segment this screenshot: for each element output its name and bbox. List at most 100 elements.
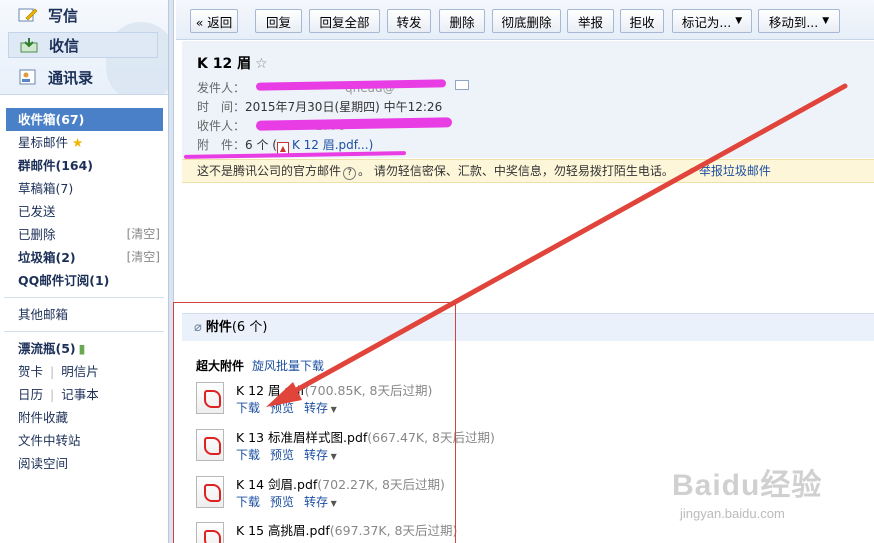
- sidebar-divider: [4, 297, 164, 298]
- report-button[interactable]: 举报: [567, 9, 614, 33]
- time-label: 时 间：: [197, 100, 246, 114]
- sidebar-top: 写信 收信 通讯录: [0, 0, 168, 95]
- pdf-file-icon[interactable]: [196, 429, 224, 461]
- attachment-name-row: K 14 剑眉.pdf(702.27K, 8天后过期): [236, 474, 445, 493]
- contacts-button[interactable]: 通讯录: [8, 64, 158, 90]
- download-link[interactable]: 下载: [236, 448, 260, 462]
- notes-link[interactable]: 记事本: [61, 387, 99, 402]
- folder-sent[interactable]: 已发送: [0, 200, 168, 223]
- paperclip-icon: ⌀: [194, 320, 202, 335]
- star-toggle-icon[interactable]: ☆: [255, 56, 268, 72]
- pane-splitter[interactable]: [168, 0, 174, 543]
- attachment-name-row: K 15 高挑眉.pdf(697.37K, 8天后过期): [236, 520, 457, 539]
- batch-download-link[interactable]: 旋风批量下载: [252, 359, 324, 373]
- delete-permanently-button[interactable]: 彻底删除: [492, 9, 561, 33]
- calendar-link[interactable]: 日历: [18, 387, 43, 402]
- large-attachments-label-row: 超大附件 旋风批量下载: [196, 357, 324, 374]
- download-link[interactable]: 下载: [236, 495, 260, 509]
- transfer-dropdown[interactable]: 转存 ▼: [304, 495, 337, 509]
- attachments-header: ⌀ 附件(6 个): [182, 313, 874, 341]
- forward-button[interactable]: 转发: [387, 9, 431, 33]
- attachment-name: K 15 高挑眉.pdf: [236, 523, 330, 538]
- warning-text: 这不是腾讯公司的官方邮件: [197, 164, 342, 178]
- contacts-label: 通讯录: [48, 68, 94, 87]
- pdf-file-icon[interactable]: [196, 522, 224, 543]
- chevron-down-icon: ▼: [735, 16, 743, 26]
- transfer-dropdown[interactable]: 转存 ▼: [304, 448, 337, 462]
- report-label: 举报: [577, 14, 603, 30]
- mail-time: 2015年7月30日(星期四) 中午12:26: [245, 100, 443, 114]
- folder-starred[interactable]: 星标邮件 ★: [0, 131, 168, 154]
- calendar-links: 日历 | 记事本: [0, 383, 168, 406]
- attachment-size: (667.47K, 8天后过期): [367, 430, 495, 445]
- delete-permanently-label: 彻底删除: [501, 14, 552, 30]
- preview-link[interactable]: 预览: [270, 495, 294, 509]
- attachment-name-row: K 12 眉.pdf(700.85K, 8天后过期): [236, 380, 432, 399]
- empty-spam-link[interactable]: [清空]: [127, 246, 160, 269]
- first-attachment-link[interactable]: ▲ K 12 眉.pdf...): [276, 138, 373, 155]
- attachment-name: K 13 标准眉样式图.pdf: [236, 430, 368, 445]
- move-to-dropdown[interactable]: 移动到... ▼: [758, 9, 840, 33]
- folder-group-mail[interactable]: 群邮件(164): [0, 154, 168, 177]
- folder-label: 收件箱(67): [18, 112, 85, 127]
- delete-button[interactable]: 删除: [439, 9, 485, 33]
- attachment-size: (697.37K, 8天后过期): [329, 523, 458, 538]
- file-transfer-link[interactable]: 文件中转站: [0, 429, 168, 452]
- inbox-button[interactable]: 收信: [8, 32, 158, 58]
- attachment-actions: 下载 预览 转存 ▼: [236, 446, 347, 463]
- subject-text: K 12 眉: [197, 56, 252, 72]
- attachment-size: (702.27K, 8天后过期): [317, 477, 445, 492]
- redaction-scribble: [255, 117, 453, 131]
- postcard-link[interactable]: 明信片: [61, 364, 99, 379]
- empty-deleted-link[interactable]: [清空]: [127, 223, 160, 246]
- folder-spam[interactable]: 垃圾箱(2) [清空]: [0, 246, 168, 269]
- separator: |: [50, 387, 55, 402]
- write-button[interactable]: 写信: [8, 2, 158, 28]
- inbox-label: 收信: [49, 36, 80, 55]
- folder-list: 收件箱(67) 星标邮件 ★ 群邮件(164) 草稿箱(7) 已发送 已删除 [清空…: [0, 108, 168, 475]
- attachment-name: K 14 剑眉.pdf: [236, 477, 318, 492]
- reject-label: 拒收: [629, 14, 655, 30]
- mark-as-dropdown[interactable]: 标记为... ▼: [672, 9, 752, 33]
- pencil-icon: [18, 7, 38, 23]
- preview-link[interactable]: 预览: [270, 401, 294, 415]
- transfer-dropdown[interactable]: 转存 ▼: [304, 401, 337, 415]
- pdf-file-icon[interactable]: [196, 476, 224, 508]
- mail-subject: K 12 眉 ☆: [197, 53, 268, 73]
- transfer-label: 转存: [304, 448, 329, 462]
- pdf-file-icon[interactable]: [196, 382, 224, 414]
- folder-inbox[interactable]: 收件箱(67): [6, 108, 163, 131]
- help-question-icon[interactable]: ?: [343, 167, 357, 180]
- folder-label: 漂流瓶(5): [18, 341, 76, 356]
- reply-button[interactable]: 回复: [255, 9, 302, 33]
- reply-all-button[interactable]: 回复全部: [309, 9, 380, 33]
- folder-label: 垃圾箱(2): [18, 250, 76, 265]
- chevron-down-icon: ▼: [328, 499, 337, 508]
- folder-deleted[interactable]: 已删除 [清空]: [0, 223, 168, 246]
- attachment-collection-link[interactable]: 附件收藏: [0, 406, 168, 429]
- mark-as-label: 标记为...: [681, 14, 732, 30]
- other-mailbox-link[interactable]: 其他邮箱: [0, 303, 168, 326]
- back-button[interactable]: « 返回: [190, 9, 238, 33]
- attachment-name: K 12 眉.pdf: [236, 383, 305, 398]
- inbox-tray-icon: [19, 37, 39, 53]
- download-link[interactable]: 下载: [236, 401, 260, 415]
- attachment-count: 6 个 (: [245, 138, 277, 152]
- report-spam-icon: ↗: [685, 164, 696, 178]
- greeting-card-link[interactable]: 贺卡: [18, 364, 43, 379]
- sidebar: 写信 收信 通讯录 收件箱(67) 星标邮件 ★ 群邮件(164) 草稿箱(7) …: [0, 0, 168, 543]
- report-spam-link[interactable]: 举报垃圾邮件: [699, 164, 771, 178]
- folder-qq-subscriptions[interactable]: QQ邮件订阅(1): [0, 269, 168, 292]
- transfer-label: 转存: [304, 495, 329, 509]
- folder-drafts[interactable]: 草稿箱(7): [0, 177, 168, 200]
- preview-link[interactable]: 预览: [270, 448, 294, 462]
- forward-label: 转发: [396, 14, 422, 30]
- attachment-item: K 15 高挑眉.pdf(697.37K, 8天后过期): [196, 520, 516, 543]
- reject-button[interactable]: 拒收: [620, 9, 664, 33]
- drift-bottle-link[interactable]: 漂流瓶(5) ▮: [0, 337, 168, 360]
- reading-space-link[interactable]: 阅读空间: [0, 452, 168, 475]
- large-attachments-label: 超大附件: [196, 359, 245, 373]
- folder-label: 已发送: [18, 204, 56, 219]
- contact-card-icon[interactable]: [455, 80, 469, 90]
- attachment-name-row: K 13 标准眉样式图.pdf(667.47K, 8天后过期): [236, 427, 495, 446]
